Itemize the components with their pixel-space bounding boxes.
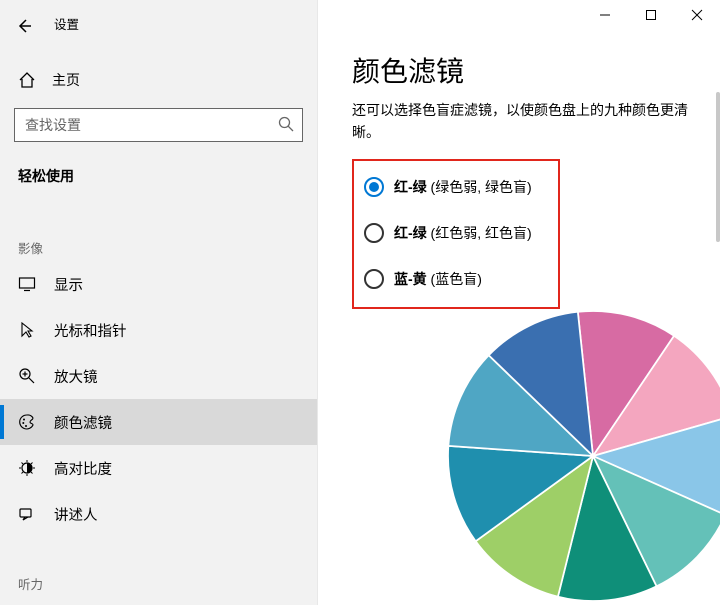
radio-indicator <box>364 269 384 289</box>
monitor-icon <box>18 275 36 293</box>
radio-label: 红-绿 (绿色弱, 绿色盲) <box>394 177 532 197</box>
magnifier-icon <box>18 367 36 385</box>
content-pane: 颜色滤镜 还可以选择色盲症滤镜，以使颜色盘上的九种颜色更清晰。 红-绿 (绿色弱… <box>318 0 720 605</box>
search-input[interactable] <box>14 108 303 142</box>
page-title: 颜色滤镜 <box>352 50 696 90</box>
sidebar-item-label: 光标和指针 <box>54 320 127 341</box>
radio-red-protanopia[interactable]: 红-绿 (红色弱, 红色盲) <box>354 213 558 253</box>
narrator-icon <box>18 505 36 523</box>
section-title-audio: 听力 <box>18 574 317 593</box>
palette-icon <box>18 413 36 431</box>
radio-indicator <box>364 177 384 197</box>
sidebar-item-narrator[interactable]: 讲述人 <box>0 491 317 537</box>
home-icon <box>18 71 36 89</box>
sidebar-item-high-contrast[interactable]: 高对比度 <box>0 445 317 491</box>
contrast-icon <box>18 459 36 477</box>
filter-radio-group: 红-绿 (绿色弱, 绿色盲) 红-绿 (红色弱, 红色盲) 蓝-黄 (蓝色盲) <box>352 159 560 309</box>
radio-blue-tritanopia[interactable]: 蓝-黄 (蓝色盲) <box>354 259 558 299</box>
radio-label: 红-绿 (红色弱, 红色盲) <box>394 223 532 243</box>
sidebar-item-label: 显示 <box>54 274 83 295</box>
radio-indicator <box>364 223 384 243</box>
back-button[interactable] <box>4 6 44 46</box>
radio-green-deuteranopia[interactable]: 红-绿 (绿色弱, 绿色盲) <box>354 167 558 207</box>
sidebar-item-cursor[interactable]: 光标和指针 <box>0 307 317 353</box>
settings-window: 设置 主页 轻松使用 影像 显示 <box>0 0 720 605</box>
sidebar-item-label: 放大镜 <box>54 366 98 387</box>
nav-list: 影像 显示 光标和指针 放大镜 <box>0 238 317 537</box>
settings-title: 设置 <box>54 14 79 33</box>
sidebar-item-label: 高对比度 <box>54 458 112 479</box>
home-nav[interactable]: 主页 <box>0 60 317 100</box>
color-wheel-preview <box>448 311 720 601</box>
search-wrap <box>14 108 303 142</box>
home-label: 主页 <box>52 70 80 90</box>
sidebar-item-label: 颜色滤镜 <box>54 412 112 433</box>
scrollbar[interactable] <box>716 92 720 242</box>
sidebar-item-display[interactable]: 显示 <box>0 261 317 307</box>
sidebar-item-color-filters[interactable]: 颜色滤镜 <box>0 399 317 445</box>
sidebar: 设置 主页 轻松使用 影像 显示 <box>0 0 318 605</box>
cursor-icon <box>18 321 36 339</box>
sidebar-item-magnifier[interactable]: 放大镜 <box>0 353 317 399</box>
sidebar-item-label: 讲述人 <box>54 504 98 525</box>
search-icon <box>277 115 295 136</box>
sidebar-group-label: 轻松使用 <box>18 166 317 186</box>
radio-label: 蓝-黄 (蓝色盲) <box>394 269 482 289</box>
page-description: 还可以选择色盲症滤镜，以使颜色盘上的九种颜色更清晰。 <box>352 100 696 143</box>
section-title-video: 影像 <box>18 238 317 257</box>
